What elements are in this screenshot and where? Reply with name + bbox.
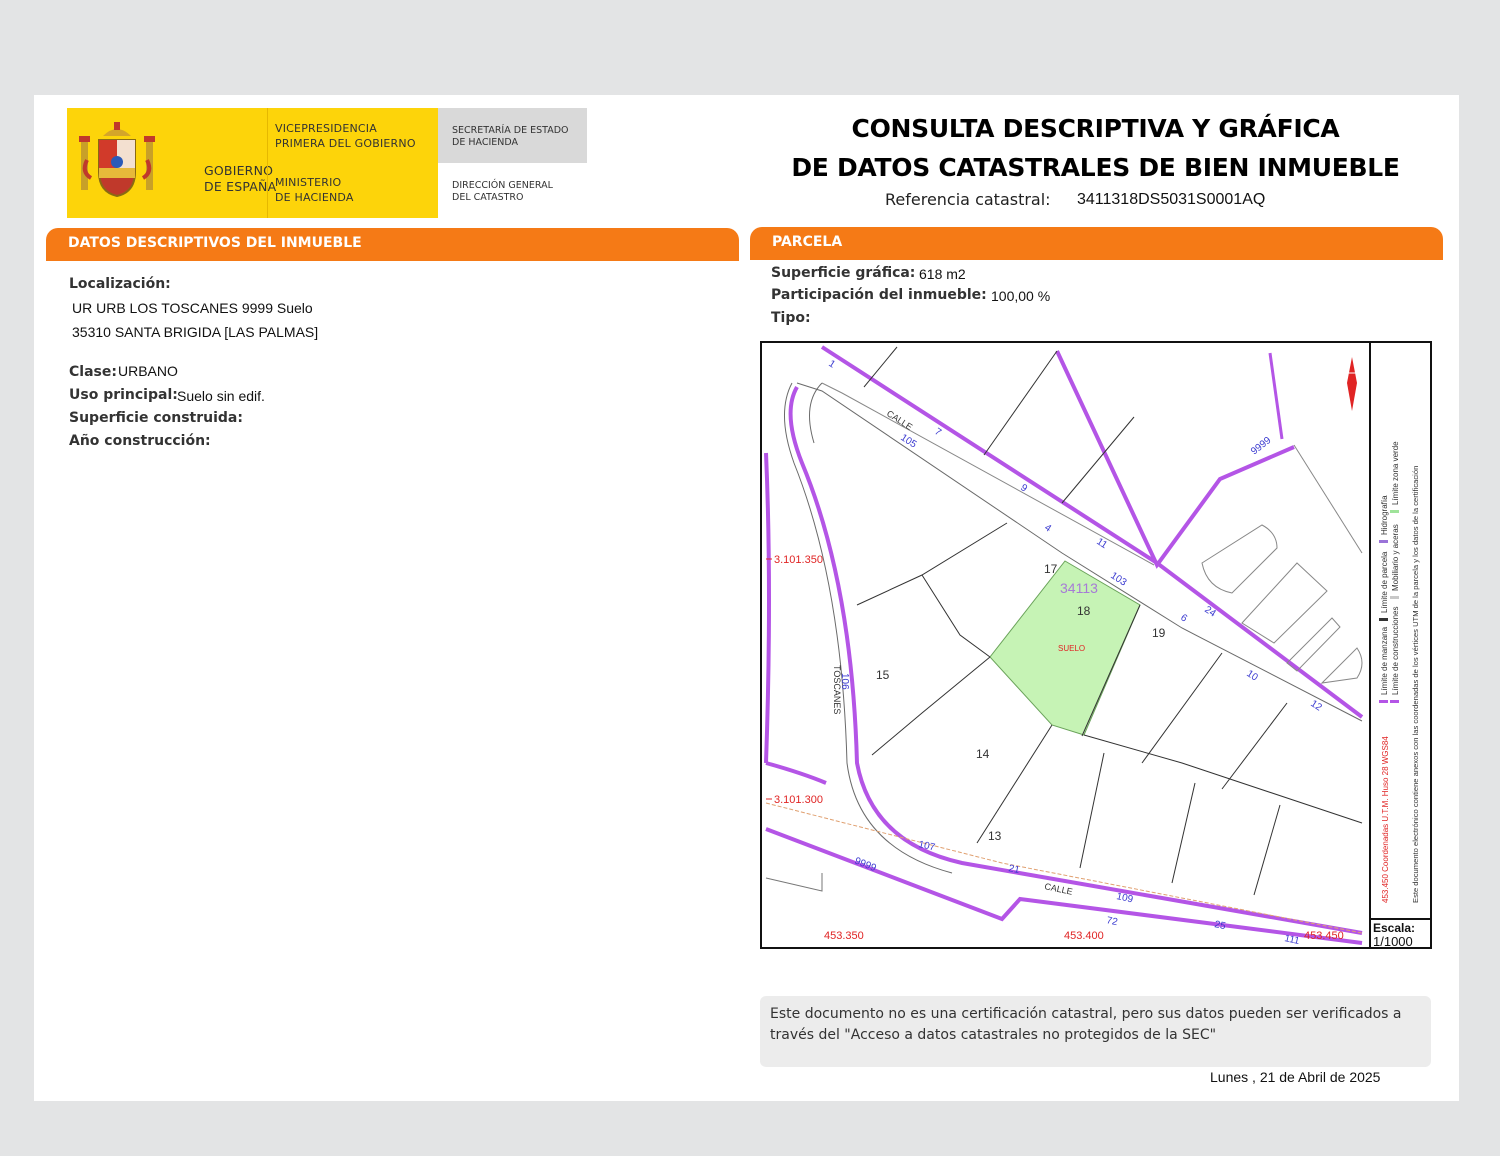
superficie-construida-label: Superficie construida: (69, 410, 243, 426)
notice-line1: Este documento no es una certificación c… (770, 1006, 1402, 1022)
gobierno-line1: GOBIERNO (204, 163, 274, 178)
legend-item: Límite de parcela (1380, 551, 1389, 613)
coord-label: 3.101.300 (774, 794, 823, 806)
disclaimer-notice: Este documento no es una certificación c… (760, 996, 1431, 1067)
vicepresidencia-text: VICEPRESIDENCIA PRIMERA DEL GOBIERNO (275, 121, 416, 151)
street-number: 11 (1094, 536, 1109, 551)
participacion-label: Participación del inmueble: (771, 287, 987, 303)
clase-value: URBANO (118, 363, 178, 379)
title-line1: CONSULTA DESCRIPTIVA Y GRÁFICA (851, 114, 1340, 143)
street-limit-left (764, 452, 771, 764)
document-title: CONSULTA DESCRIPTIVA Y GRÁFICA DE DATOS … (714, 109, 1477, 187)
street-name: CALLE (885, 408, 914, 432)
gobierno-de-espana-text: GOBIERNO DE ESPAÑA (204, 163, 276, 195)
document-date: Lunes , 21 de Abril de 2025 (1210, 1069, 1381, 1085)
street-number: 72 (1105, 915, 1119, 928)
uso-principal-label: Uso principal: (69, 387, 178, 403)
secretaria-line2: DE HACIENDA (452, 137, 519, 148)
parcel-number: 14 (976, 747, 990, 761)
ref-catastral-label: Referencia catastral: (885, 190, 1051, 209)
tipo-label: Tipo: (771, 310, 811, 326)
cadastral-map: 17 18 19 15 14 13 34113 SUELO 1 7 105 9 … (760, 341, 1432, 949)
coord-label: 453.450 (1304, 930, 1344, 942)
ministerio-line2: DE HACIENDA (275, 191, 354, 204)
gobierno-line2: DE ESPAÑA (204, 179, 277, 194)
doc-note: Este documento electrónico contiene anex… (1411, 466, 1420, 903)
localizacion-line1: UR URB LOS TOSCANES 9999 Suelo (72, 300, 313, 316)
direccion-text: DIRECCIÓN GENERAL DEL CATASTRO (452, 180, 553, 204)
parcel-number: 13 (988, 829, 1002, 843)
suelo-label: SUELO (1058, 644, 1085, 653)
spain-coat-of-arms-icon (79, 122, 155, 198)
ref-catastral-value: 3411318DS5031S0001AQ (1077, 191, 1266, 208)
street-number: 6 (1178, 612, 1189, 624)
secretaria-line1: SECRETARÍA DE ESTADO (452, 125, 569, 136)
scale-label: Escala: (1373, 921, 1416, 935)
legend-item: Límite de manzana (1380, 626, 1389, 695)
map-legend: Límite de manzana Límite de parcela Hidr… (1379, 441, 1420, 903)
government-logo-block: GOBIERNO DE ESPAÑA VICEPRESIDENCIA PRIME… (67, 108, 438, 218)
street-name: TOSCANES (832, 665, 842, 714)
ano-construccion-label: Año construcción: (69, 433, 211, 449)
street-number: 9999 (1249, 435, 1274, 458)
street-number: 111 (1283, 933, 1301, 947)
parcel-number: 15 (876, 668, 890, 682)
scale-value: 1/1000 (1373, 934, 1413, 949)
vicepresidencia-line1: VICEPRESIDENCIA (275, 122, 377, 135)
notice-line2: través del "Acceso a datos catastrales n… (770, 1027, 1217, 1043)
parcel-number: 17 (1044, 562, 1058, 576)
street-number: 9 (1018, 482, 1029, 494)
utm-note: 453.450 Coordenadas U.T.M. Huso 28 WGS84 (1381, 736, 1390, 903)
section-header-descriptivos: DATOS DESCRIPTIVOS DEL INMUEBLE (46, 228, 739, 258)
street-number: 103 (1108, 570, 1128, 589)
ministerio-line1: MINISTERIO (275, 176, 342, 189)
street-number: 1 (826, 358, 837, 370)
north-arrow-icon (1347, 357, 1357, 411)
direccion-line2: DEL CATASTRO (452, 192, 524, 203)
legend-item: Límite de construcciones (1391, 607, 1400, 696)
legend-item: Hidrografía (1380, 495, 1389, 535)
parcel-ref-label: 34113 (1060, 580, 1098, 596)
street-limit-block-top (1055, 350, 1295, 569)
superficie-grafica-value: 618 m2 (919, 266, 966, 282)
map-drawing: 17 18 19 15 14 13 34113 SUELO 1 7 105 9 … (764, 345, 1364, 947)
legend-divider (1369, 343, 1371, 947)
street-number: 105 (898, 432, 918, 451)
vicepresidencia-line2: PRIMERA DEL GOBIERNO (275, 137, 416, 150)
parcel-number: 18 (1077, 604, 1091, 618)
scale-divider (1369, 918, 1430, 920)
street-number: 9999 (853, 856, 878, 875)
document-sheet: GOBIERNO DE ESPAÑA VICEPRESIDENCIA PRIME… (34, 95, 1459, 1101)
street-number: 4 (1042, 522, 1053, 534)
clase-label: Clase: (69, 364, 117, 380)
localizacion-line2: 35310 SANTA BRIGIDA [LAS PALMAS] (72, 324, 319, 340)
section-header-parcela: PARCELA (750, 227, 1443, 257)
street-number: 7 (932, 426, 943, 438)
ministerio-text: MINISTERIO DE HACIENDA (275, 175, 354, 205)
parcel-number: 19 (1152, 626, 1166, 640)
coord-label: 453.400 (1064, 930, 1104, 942)
uso-principal-value: Suelo sin edif. (177, 388, 265, 404)
coord-label: 453.350 (824, 930, 864, 942)
street-number: 25 (1213, 919, 1227, 932)
localizacion-label: Localización: (69, 276, 171, 292)
secretaria-block: SECRETARÍA DE ESTADO DE HACIENDA (438, 108, 587, 163)
legend-item: Límite zona verde (1391, 441, 1400, 505)
title-line2: DE DATOS CATASTRALES DE BIEN INMUEBLE (791, 153, 1400, 182)
coord-label: 3.101.350 (774, 554, 823, 566)
street-number: 10 (1244, 668, 1260, 684)
street-number: 109 (1115, 891, 1134, 905)
direccion-line1: DIRECCIÓN GENERAL (452, 180, 553, 191)
street-number: 107 (917, 839, 936, 853)
participacion-value: 100,00 % (991, 288, 1051, 304)
superficie-grafica-label: Superficie gráfica: (771, 265, 916, 281)
legend-item: Mobiliario y aceras (1391, 524, 1400, 591)
